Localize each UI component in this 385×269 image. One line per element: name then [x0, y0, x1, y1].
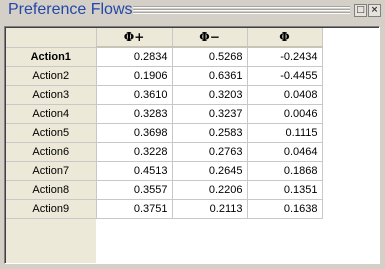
cell-phi-plus[interactable]: 0.1906 — [96, 66, 173, 86]
title-grip[interactable] — [133, 6, 350, 14]
row-header[interactable]: Action9 — [6, 199, 97, 219]
row-header[interactable]: Action4 — [6, 104, 97, 124]
row-header[interactable]: Action3 — [6, 85, 97, 105]
row-header[interactable]: Action8 — [6, 180, 97, 200]
table-row[interactable]: Action1 0.2834 0.5268 -0.2434 — [6, 47, 323, 67]
cell-phi[interactable]: 0.1868 — [247, 161, 323, 181]
cell-phi-plus[interactable]: 0.3557 — [96, 180, 173, 200]
row-header[interactable]: Action7 — [6, 161, 97, 181]
cell-phi-minus[interactable]: 0.2113 — [172, 199, 248, 219]
cell-phi-minus[interactable]: 0.3203 — [172, 85, 248, 105]
cell-phi-plus[interactable]: 0.3228 — [96, 142, 173, 162]
cell-phi[interactable]: 0.0464 — [247, 142, 323, 162]
cell-phi-plus[interactable]: 0.4513 — [96, 161, 173, 181]
cell-phi[interactable]: 0.1115 — [247, 123, 323, 143]
header-row: Φ+ Φ− Φ — [6, 28, 323, 48]
cell-phi-plus[interactable]: 0.3610 — [96, 85, 173, 105]
table-row[interactable]: Action6 0.3228 0.2763 0.0464 — [6, 142, 323, 162]
cell-phi-plus[interactable]: 0.3751 — [96, 199, 173, 219]
cell-phi[interactable]: -0.2434 — [247, 47, 323, 67]
table-row[interactable]: Action2 0.1906 0.6361 -0.4455 — [6, 66, 323, 86]
close-icon[interactable]: × — [368, 4, 381, 17]
column-header-phi-minus[interactable]: Φ− — [172, 28, 248, 48]
table-row[interactable]: Action7 0.4513 0.2645 0.1868 — [6, 161, 323, 181]
title-bar[interactable]: Preference Flows □ × — [0, 0, 385, 21]
cell-phi[interactable]: 0.1351 — [247, 180, 323, 200]
cell-phi-minus[interactable]: 0.6361 — [172, 66, 248, 86]
cell-phi-minus[interactable]: 0.2645 — [172, 161, 248, 181]
window-title: Preference Flows — [8, 1, 133, 18]
cell-phi-minus[interactable]: 0.3237 — [172, 104, 248, 124]
cell-phi-minus[interactable]: 0.2206 — [172, 180, 248, 200]
restore-icon[interactable]: □ — [354, 4, 367, 17]
table-row[interactable]: Action8 0.3557 0.2206 0.1351 — [6, 180, 323, 200]
row-header[interactable]: Action1 — [6, 47, 97, 67]
row-header[interactable]: Action5 — [6, 123, 97, 143]
row-header[interactable]: Action6 — [6, 142, 97, 162]
grid-corner[interactable] — [6, 28, 97, 48]
cell-phi-minus[interactable]: 0.2763 — [172, 142, 248, 162]
cell-phi-plus[interactable]: 0.2834 — [96, 47, 173, 67]
cell-phi[interactable]: 0.0408 — [247, 85, 323, 105]
cell-phi[interactable]: 0.1638 — [247, 199, 323, 219]
table-row[interactable]: Action5 0.3698 0.2583 0.1115 — [6, 123, 323, 143]
cell-phi-plus[interactable]: 0.3698 — [96, 123, 173, 143]
preference-flows-table: Φ+ Φ− Φ Action1 0.2834 0.5268 -0.2434 Ac… — [6, 28, 323, 219]
column-header-phi-plus[interactable]: Φ+ — [96, 28, 173, 48]
table-row[interactable]: Action3 0.3610 0.3203 0.0408 — [6, 85, 323, 105]
preference-flows-window: Preference Flows □ × Φ+ Φ− Φ Action1 0.2… — [0, 0, 385, 269]
column-header-phi[interactable]: Φ — [247, 28, 323, 48]
cell-phi-plus[interactable]: 0.3283 — [96, 104, 173, 124]
cell-phi-minus[interactable]: 0.2583 — [172, 123, 248, 143]
cell-phi-minus[interactable]: 0.5268 — [172, 47, 248, 67]
row-header[interactable]: Action2 — [6, 66, 97, 86]
data-grid[interactable]: Φ+ Φ− Φ Action1 0.2834 0.5268 -0.2434 Ac… — [4, 26, 380, 264]
cell-phi[interactable]: 0.0046 — [247, 104, 323, 124]
table-row[interactable]: Action9 0.3751 0.2113 0.1638 — [6, 199, 323, 219]
cell-phi[interactable]: -0.4455 — [247, 66, 323, 86]
table-row[interactable]: Action4 0.3283 0.3237 0.0046 — [6, 104, 323, 124]
